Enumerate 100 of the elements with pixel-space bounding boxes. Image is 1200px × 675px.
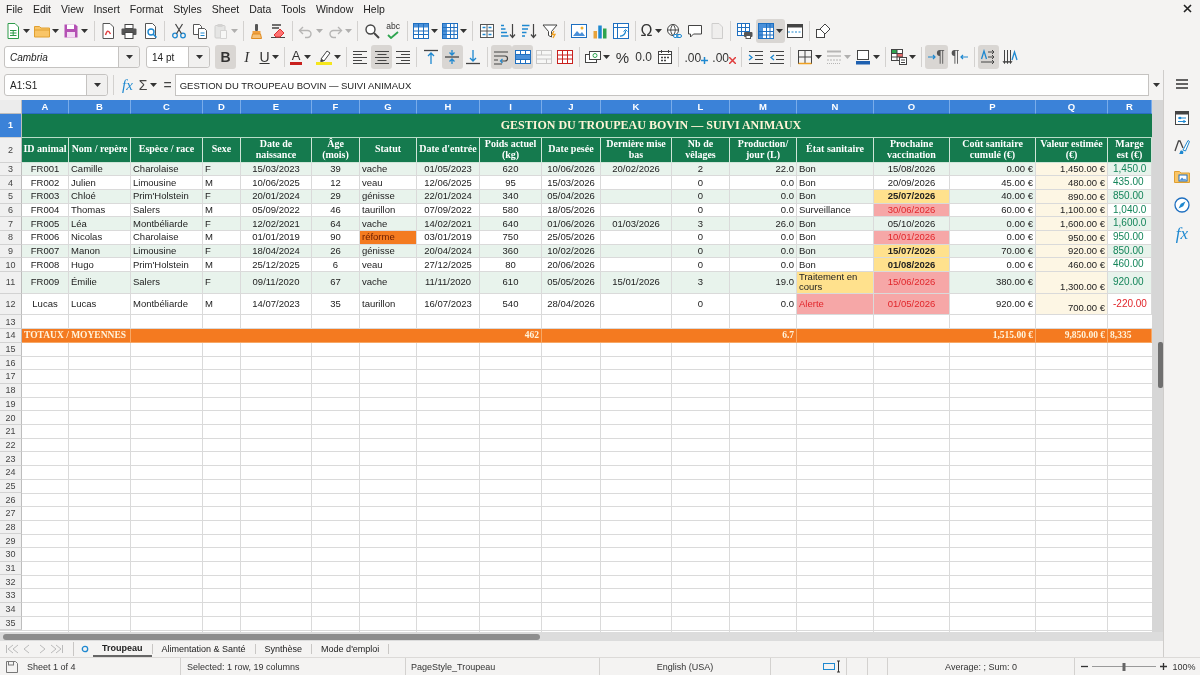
menu-item[interactable]: Styles [168,1,207,16]
delete-decimal-button[interactable]: .00 [710,45,738,69]
left-to-right-button[interactable]: ¶ [925,45,948,69]
column-heading: Valeur estimée (€) [1036,137,1108,163]
sum-button[interactable]: Σ [135,74,161,96]
freeze-button[interactable] [755,18,785,43]
row-header[interactable]: 27 [0,507,22,521]
scrollbar-thumb[interactable] [1158,342,1163,388]
font-name-field[interactable]: Cambria [4,46,140,68]
font-size-field[interactable]: 14 pt [146,46,210,68]
sheet-tab[interactable]: Synthèse [255,641,312,657]
row-header[interactable]: 7 [0,217,22,231]
functions-deck-tab[interactable]: fx [1169,221,1195,247]
table-cell: 01/05/2026 [874,293,950,316]
column-header[interactable]: M [730,100,797,114]
column-header[interactable]: P [950,100,1036,114]
sheet-tab[interactable]: Mode d'emploi [312,641,389,657]
menu-item[interactable]: Edit [27,1,56,16]
row-header[interactable]: 10 [0,258,22,272]
row-header[interactable]: 33 [0,589,22,603]
font-color-button[interactable]: A [287,45,314,69]
align-center-button[interactable] [371,45,392,69]
table-cell: 0.00 € [950,217,1036,231]
row-header[interactable]: 30 [0,548,22,562]
row-header[interactable]: 1 [0,114,22,138]
globe-link-icon [666,22,683,39]
table-cell: 26.0 [730,217,797,231]
zoom-slider-thumb[interactable] [1122,662,1126,671]
menu-item[interactable]: Tools [276,1,311,16]
column-header[interactable]: A [22,100,69,114]
column-header[interactable]: B [69,100,131,114]
column-header[interactable]: L [672,100,730,114]
column-heading: Coût sanitaire cumulé (€) [950,137,1036,163]
row-header[interactable]: 32 [0,575,22,590]
column-header[interactable]: D [203,100,241,114]
column-header[interactable]: C [131,100,203,114]
menu-item[interactable]: Insert [88,1,125,16]
row-header[interactable]: 14 [0,329,22,343]
zoom-in-button[interactable] [1159,660,1168,673]
column-header[interactable]: Q [1036,100,1108,114]
row-header[interactable]: 12 [0,293,22,316]
column-header[interactable]: H [417,100,480,114]
menu-item[interactable]: Help [358,1,390,16]
number-button[interactable]: 0.0 [633,45,655,69]
add-sheet-button[interactable] [79,643,91,655]
row-header[interactable]: 23 [0,452,22,466]
row-header[interactable]: 16 [0,356,22,371]
row-header[interactable]: 29 [0,534,22,549]
column-header[interactable]: K [601,100,672,114]
right-to-left-button[interactable]: ¶ [948,45,971,69]
caret-icon [345,28,353,33]
menu-item[interactable]: View [56,1,89,16]
scrollbar-thumb[interactable] [3,633,540,640]
column-header[interactable]: I [480,100,542,114]
text-horizontal-button[interactable] [977,45,999,69]
formula-input-field[interactable]: GESTION DU TROUPEAU BOVIN — SUIVI ANIMAUX [174,74,1149,96]
italic-button[interactable]: I [236,45,258,69]
name-box-field[interactable]: A1:S1 [4,74,108,96]
menu-item[interactable]: Sheet [206,1,245,16]
table-cell: 12/06/2025 [417,176,480,190]
menu-item[interactable]: File [1,1,28,16]
column-header[interactable]: J [542,100,601,114]
table-cell: Traitement en cours [797,272,874,294]
underline-button[interactable]: U [257,45,281,69]
bold-button[interactable]: B [215,45,237,69]
function-wizard-button[interactable]: fx [119,74,136,96]
row-header[interactable]: 13 [0,315,22,330]
align-middle-button[interactable] [441,45,463,69]
vertical-text-icon [1001,49,1018,65]
sheet-tab[interactable]: Troupeau [93,641,152,657]
row-header[interactable]: 26 [0,493,22,507]
last-arrow-icon [50,644,64,654]
menu-item[interactable]: Window [310,1,359,16]
table-cell: 460.00 € [1036,258,1108,272]
spelling-button[interactable]: abc [382,18,404,43]
sheet-tab[interactable]: Alimentation & Santé [152,641,255,657]
caret-icon [150,83,158,87]
menu-item[interactable]: Data [244,1,277,16]
column-header[interactable]: E [241,100,312,114]
merge-center-button[interactable] [512,45,534,69]
row-header[interactable]: 17 [0,370,22,384]
caret-icon [909,55,917,59]
column-header[interactable]: G [360,100,417,114]
special-character-button[interactable]: Ω [638,18,664,43]
column-header[interactable]: F [312,100,360,114]
add-decimal-button[interactable]: .00 [682,45,711,69]
column-header[interactable]: N [797,100,874,114]
speech-bubble-icon [687,22,704,39]
row-header[interactable]: 20 [0,411,22,425]
column-header[interactable]: R [1108,100,1152,114]
row-header[interactable]: 2 [0,137,22,163]
table-cell: 12/02/2021 [241,217,312,231]
close-document-button[interactable] [1181,2,1194,15]
column-header[interactable]: O [874,100,950,114]
formula-button[interactable]: = [160,74,175,96]
menu-item[interactable]: Format [124,1,169,16]
percent-button[interactable]: % [611,45,633,69]
row-header[interactable]: 11 [0,272,22,294]
table-cell: vache [360,217,417,231]
row-header[interactable]: 4 [0,176,22,190]
